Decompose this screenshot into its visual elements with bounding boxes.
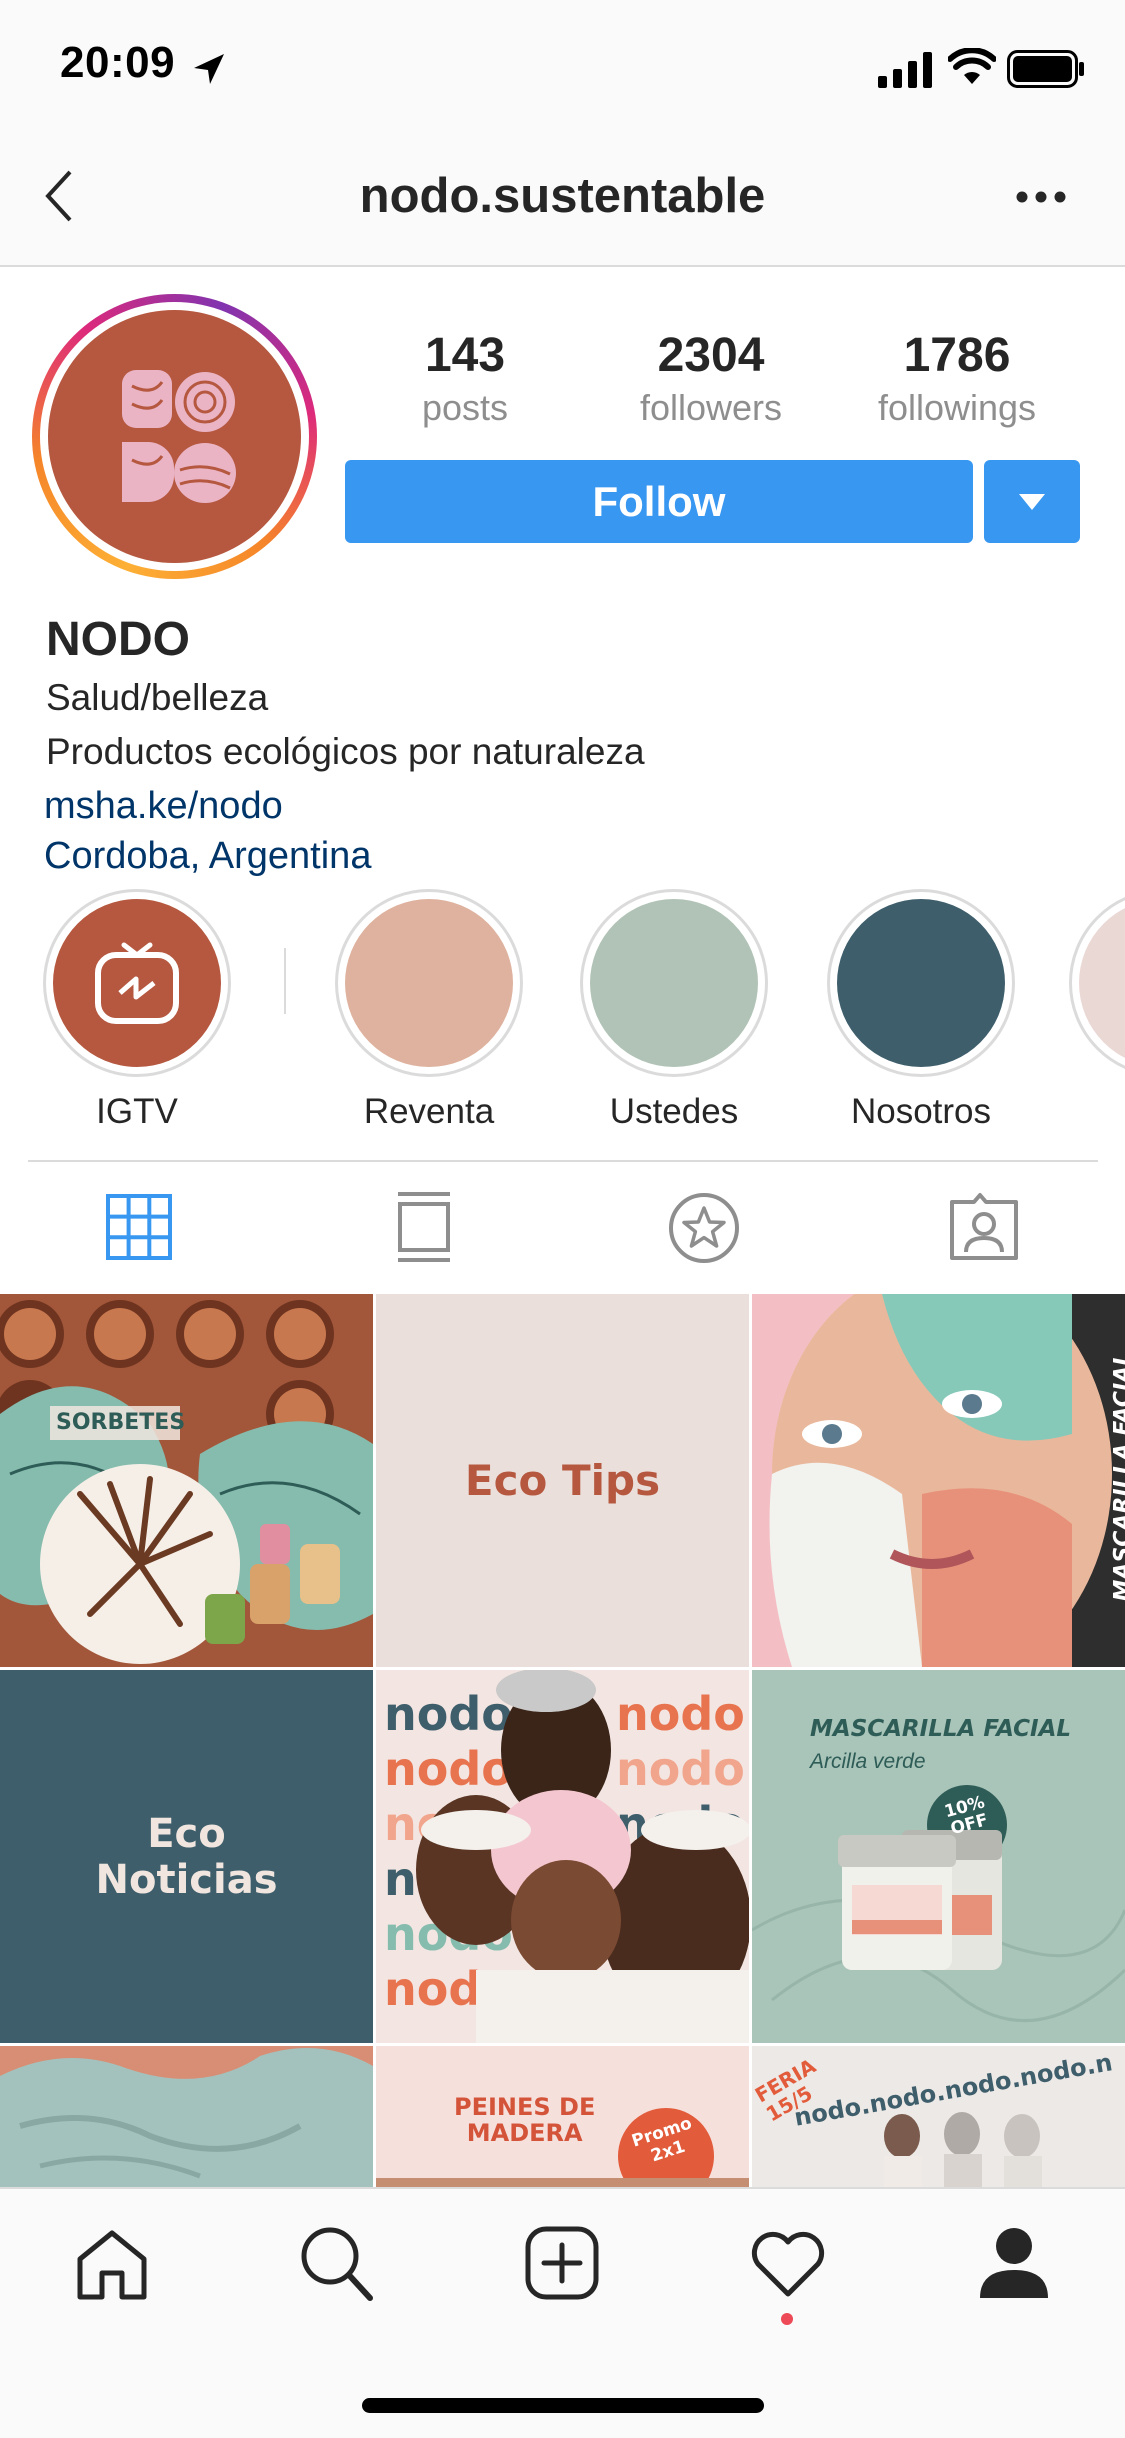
wifi-icon: [948, 48, 996, 88]
post-eco-tips[interactable]: Eco Tips: [376, 1294, 749, 1667]
avatar-story-ring[interactable]: [32, 294, 317, 579]
post-mascarilla-face-image: [752, 1294, 1125, 1667]
profile-bio: Productos ecológicos por naturaleza: [46, 731, 645, 773]
profile-link[interactable]: msha.ke/nodo: [44, 785, 283, 828]
followers-count: 2304: [586, 328, 836, 383]
post-feria-people: [862, 2106, 1062, 2187]
svg-text:nodo: nodo: [616, 1687, 745, 1741]
home-icon[interactable]: [74, 2227, 150, 2303]
post-peines-wood: [376, 2178, 749, 2187]
post-feria[interactable]: nodo.nodo.nodo.nodo.n FERIA 15/5: [752, 2046, 1125, 2187]
followings-label: followings: [832, 387, 1082, 429]
post-nodo-group-image: nodo nodo nodo nodo nodo nodo nodo nodo …: [376, 1670, 749, 2043]
highlight-label-nosotros: Nosotros: [796, 1092, 1046, 1132]
post-arcilla-title: MASCARILLA FACIAL: [810, 1716, 1071, 1742]
profile-icon[interactable]: [978, 2226, 1050, 2300]
post-sorbetes-image: [0, 1294, 373, 1667]
feed-icon[interactable]: [396, 1192, 452, 1262]
profile-name: NODO: [46, 612, 190, 667]
follow-button[interactable]: Follow: [345, 460, 973, 543]
post-mascarilla-arcilla[interactable]: MASCARILLA FACIAL Arcilla verde 10% OFF: [752, 1670, 1125, 2043]
avatar: [48, 310, 301, 563]
profile-username: nodo.sustentable: [0, 168, 1125, 224]
location-arrow-icon: [190, 50, 230, 90]
post-peines-line1: PEINES DE: [454, 2094, 595, 2120]
post-mascarilla-face[interactable]: MASCARILLA FACIAL: [752, 1294, 1125, 1667]
post-nodo-group[interactable]: nodo nodo nodo nodo nodo nodo nodo nodo …: [376, 1670, 749, 2043]
highlights-divider: [28, 1160, 1098, 1162]
post-eco-noticias-line1: Eco: [147, 1811, 226, 1857]
stat-posts[interactable]: 143 posts: [340, 328, 590, 429]
battery-icon: [1007, 50, 1085, 88]
post-peines[interactable]: PEINES DE MADERA Promo 2x1: [376, 2046, 749, 2187]
followings-count: 1786: [832, 328, 1082, 383]
post-sorbetes[interactable]: SORBETES: [0, 1294, 373, 1667]
nodo-logo: [48, 310, 301, 563]
search-icon[interactable]: [298, 2224, 376, 2304]
profile-category: Salud/belleza: [46, 677, 268, 719]
more-options-icon[interactable]: [1015, 185, 1067, 209]
post-eco-noticias[interactable]: Eco Noticias: [0, 1670, 373, 2043]
post-arcilla-subtitle: Arcilla verde: [810, 1750, 926, 1774]
highlight-label-reventa: Reventa: [304, 1092, 554, 1132]
triangle-down-icon: [1019, 494, 1045, 510]
profile-location[interactable]: Cordoba, Argentina: [44, 835, 371, 878]
signal-icon: [878, 50, 938, 88]
posts-label: posts: [340, 387, 590, 429]
highlight-nosotros[interactable]: [827, 889, 1015, 1077]
highlight-separator: [284, 948, 286, 1014]
post-sorbetes-label: SORBETES: [56, 1410, 185, 1435]
post-eco-tips-label: Eco Tips: [465, 1456, 660, 1505]
post-mascarilla-label: MASCARILLA FACIAL: [1111, 1352, 1125, 1602]
svg-text:nodo: nodo: [384, 1742, 513, 1796]
tagged-icon[interactable]: [948, 1192, 1020, 1262]
highlight-ustedes[interactable]: [580, 889, 768, 1077]
status-time: 20:09: [60, 38, 175, 88]
highlight-igtv[interactable]: [43, 889, 231, 1077]
followers-label: followers: [586, 387, 836, 429]
highlight-label-ustedes: Ustedes: [549, 1092, 799, 1132]
new-post-icon[interactable]: [525, 2226, 599, 2300]
grid-icon[interactable]: [106, 1194, 172, 1260]
svg-text:nodo: nodo: [384, 1687, 513, 1741]
igtv-icon: [94, 941, 180, 1025]
posts-count: 143: [340, 328, 590, 383]
star-icon[interactable]: [668, 1192, 740, 1264]
post-clay-texture-image: [0, 2046, 373, 2187]
stat-followers[interactable]: 2304 followers: [586, 328, 836, 429]
home-indicator[interactable]: [362, 2398, 764, 2413]
post-peines-line2: MADERA: [454, 2120, 595, 2146]
highlight-label-igtv: IGTV: [12, 1092, 262, 1132]
highlight-partial[interactable]: [1069, 889, 1125, 1077]
stat-followings[interactable]: 1786 followings: [832, 328, 1082, 429]
activity-notification-dot: [781, 2313, 793, 2325]
post-clay-texture[interactable]: [0, 2046, 373, 2187]
suggested-accounts-button[interactable]: [984, 460, 1080, 543]
activity-heart-icon[interactable]: [750, 2230, 826, 2298]
svg-text:nodo: nodo: [616, 1742, 745, 1796]
post-peines-title: PEINES DE MADERA: [454, 2094, 595, 2146]
post-eco-noticias-line2: Noticias: [95, 1857, 277, 1903]
highlight-reventa[interactable]: [335, 889, 523, 1077]
